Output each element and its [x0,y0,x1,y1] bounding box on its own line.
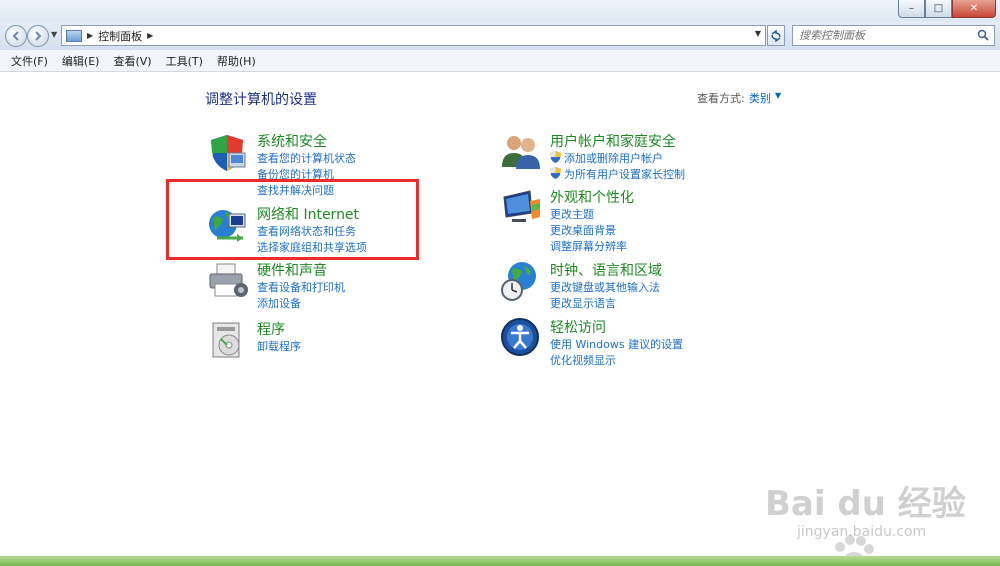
menu-edit[interactable]: 编辑(E) [55,53,107,69]
category-title[interactable]: 硬件和声音 [257,260,327,280]
view-by-label: 查看方式: [697,92,745,105]
clock-globe-icon[interactable] [500,260,542,302]
category-title[interactable]: 用户帐户和家庭安全 [550,131,676,151]
search-box[interactable] [792,25,995,46]
menu-tools[interactable]: 工具(T) [159,53,210,69]
control-panel-icon [66,29,82,42]
taskbar-edge [0,556,1000,566]
address-bar[interactable]: ▶ 控制面板 ▶ ▼ [61,25,766,46]
arrow-right-icon [35,31,42,41]
arrow-left-icon [12,31,19,41]
category-clock-language: 时钟、语言和区域 更改键盘或其他输入法 更改显示语言 [500,260,740,311]
link-label: 为所有用户设置家长控制 [564,168,685,181]
link-desktop-background[interactable]: 更改桌面背景 [550,222,616,238]
shield-security-icon[interactable] [207,131,249,173]
link-label: 添加或删除用户帐户 [564,152,663,165]
uac-shield-icon [550,151,561,163]
menu-help[interactable]: 帮助(H) [210,53,263,69]
category-ease-of-access: 轻松访问 使用 Windows 建议的设置 优化视频显示 [500,317,740,368]
display-icon[interactable] [500,187,542,229]
link-add-device[interactable]: 添加设备 [257,295,301,311]
menu-view[interactable]: 查看(V) [106,53,158,69]
link-screen-resolution[interactable]: 调整屏幕分辨率 [550,238,627,254]
link-uninstall-program[interactable]: 卸载程序 [257,338,301,354]
link-recommended-settings[interactable]: 使用 Windows 建议的设置 [550,336,683,352]
window-controls: – □ ✕ [898,0,996,18]
highlight-box [166,179,419,260]
category-appearance: 外观和个性化 更改主题 更改桌面背景 调整屏幕分辨率 [500,187,740,253]
refresh-icon [771,29,781,42]
search-icon[interactable] [977,29,989,41]
link-keyboard-input[interactable]: 更改键盘或其他输入法 [550,279,660,295]
back-button[interactable] [5,25,27,47]
users-icon[interactable] [500,131,542,173]
title-bar: – □ ✕ [0,0,1000,22]
ease-of-access-icon[interactable] [500,317,542,359]
category-hardware-sound: 硬件和声音 查看设备和打印机 添加设备 [207,260,427,311]
printer-icon[interactable] [207,260,249,302]
category-title[interactable]: 系统和安全 [257,131,327,151]
maximize-button[interactable]: □ [925,0,952,18]
link-change-theme[interactable]: 更改主题 [550,206,594,222]
breadcrumb-arrow-icon[interactable]: ▶ [147,31,153,40]
forward-button[interactable] [27,25,49,47]
menu-bar: 文件(F) 编辑(E) 查看(V) 工具(T) 帮助(H) [0,50,1000,72]
link-view-computer-status[interactable]: 查看您的计算机状态 [257,150,356,166]
main-content: 调整计算机的设置 查看方式: 类别 ▼ 系统和安全 查看您的计算机状态 备份您的… [0,73,1000,566]
menu-file[interactable]: 文件(F) [4,53,55,69]
view-by-chevron-icon[interactable]: ▼ [775,91,781,100]
link-devices-printers[interactable]: 查看设备和打印机 [257,279,345,295]
recent-pages-chevron-icon[interactable]: ▼ [51,30,57,39]
address-row: ▼ ▶ 控制面板 ▶ ▼ [0,22,1000,50]
link-parental-controls[interactable]: 为所有用户设置家长控制 [550,166,685,182]
watermark-brand: Bai du 经验 [765,484,966,524]
category-title[interactable]: 轻松访问 [550,317,606,337]
view-by-select[interactable]: 类别 [749,90,771,106]
close-button[interactable]: ✕ [952,0,996,18]
minimize-button[interactable]: – [898,0,925,18]
link-display-language[interactable]: 更改显示语言 [550,295,616,311]
uac-shield-icon [550,167,561,179]
link-optimize-video[interactable]: 优化视频显示 [550,352,616,368]
link-add-remove-accounts[interactable]: 添加或删除用户帐户 [550,150,663,166]
programs-icon[interactable] [207,319,249,361]
category-programs: 程序 卸载程序 [207,319,427,361]
category-user-accounts: 用户帐户和家庭安全 添加或删除用户帐户 为所有用户设置家长控制 [500,131,740,181]
search-input[interactable] [799,29,969,42]
page-title: 调整计算机的设置 [205,92,317,108]
address-dropdown-icon[interactable]: ▼ [755,29,761,38]
refresh-button[interactable] [767,25,785,46]
category-title[interactable]: 程序 [257,319,285,339]
category-title[interactable]: 外观和个性化 [550,187,634,207]
breadcrumb-control-panel[interactable]: 控制面板 [98,28,142,44]
breadcrumb-arrow-icon[interactable]: ▶ [87,31,93,40]
category-title[interactable]: 时钟、语言和区域 [550,260,662,280]
watermark-url: jingyan.baidu.com [797,524,927,540]
